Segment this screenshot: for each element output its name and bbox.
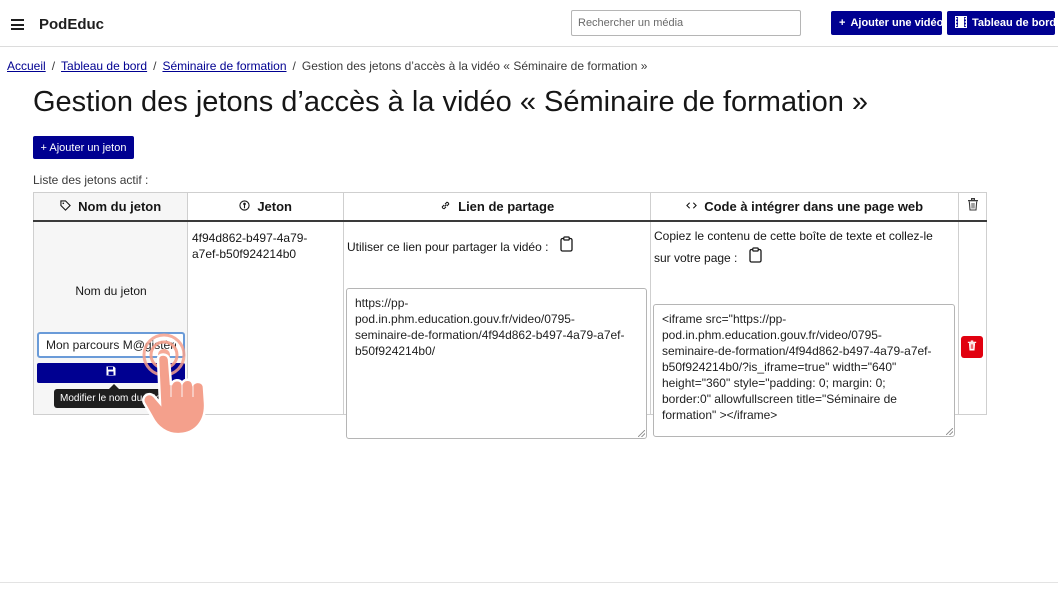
header-link: Lien de partage [343, 192, 651, 222]
share-link-line: b50f924214b0/ [355, 343, 436, 358]
breadcrumb-separator: / [153, 59, 157, 73]
embed-help-text-line2: sur votre page : [654, 250, 738, 265]
page-title: Gestion des jetons d’accès à la vidéo « … [33, 86, 869, 118]
breadcrumb-home[interactable]: Accueil [7, 59, 46, 73]
token-value-line: a7ef-b50f924214b0 [192, 246, 297, 261]
header-link-label: Lien de partage [458, 198, 555, 214]
breadcrumb-separator: / [292, 59, 296, 73]
breadcrumb: Accueil / Tableau de bord / Séminaire de for… [7, 59, 647, 73]
dashboard-label: Tableau de bord [972, 17, 1057, 29]
link-icon [440, 200, 454, 214]
embed-code-line: b50f924214b0/?is_iframe=true" width="640… [662, 359, 897, 374]
embed-code-line: formation" ></iframe> [662, 407, 778, 422]
breadcrumb-video[interactable]: Séminaire de formation [162, 59, 286, 73]
add-video-button[interactable]: + Ajouter une vidéo [831, 11, 944, 35]
embed-code-line: seminaire-de-formation/4f94d862-b497-4a7… [662, 343, 932, 358]
breadcrumb-dashboard[interactable]: Tableau de bord [61, 59, 147, 73]
token-value: 4f94d862-b497-4a79- a7ef-b50f924214b0 [192, 230, 342, 262]
embed-help: Copiez le contenu de cette boîte de text… [654, 225, 933, 270]
save-icon [106, 366, 116, 379]
embed-code-line: pod.in.phm.education.gouv.fr/video/0795- [662, 327, 882, 342]
header-token: Jeton [187, 192, 344, 222]
clipboard-icon[interactable] [560, 236, 573, 259]
embed-code-line: border:0" allowfullscreen title="Séminai… [662, 391, 897, 406]
header-embed: Code à intégrer dans une page web [650, 192, 959, 222]
key-icon [239, 200, 253, 214]
header-name: Nom du jeton [33, 192, 188, 222]
hamburger-icon[interactable] [11, 19, 24, 30]
dashboard-button[interactable]: Tableau de bord [947, 11, 1057, 35]
breadcrumb-separator: / [51, 59, 56, 73]
header-delete [958, 192, 987, 222]
breadcrumb-current: Gestion des jetons d’accès à la vidéo « … [301, 59, 648, 73]
resize-handle[interactable] [638, 429, 645, 437]
add-token-button[interactable]: + Ajouter un jeton [33, 136, 134, 159]
code-icon [686, 200, 700, 214]
embed-code-line: height="360" style="padding: 0; margin: … [662, 375, 886, 390]
trash-icon [967, 198, 979, 214]
top-navbar: PodEduc + Ajouter une vidéo Tableau de b… [0, 0, 1058, 47]
header-embed-label: Code à intégrer dans une page web [704, 198, 924, 214]
table-header-row: Nom du jeton Jeton Lien de partage Code … [33, 192, 987, 222]
footer-divider [0, 582, 1058, 583]
add-video-label: Ajouter une vidéo [850, 17, 944, 29]
tag-icon [60, 200, 74, 214]
share-link-textarea[interactable]: https://pp- pod.in.phm.education.gouv.fr… [346, 287, 647, 439]
search-input[interactable] [571, 10, 801, 36]
token-value-cell: 4f94d862-b497-4a79- a7ef-b50f924214b0 [187, 220, 344, 415]
tokens-table: Nom du jeton Jeton Lien de partage Code … [33, 192, 987, 439]
save-token-name-button[interactable] [37, 362, 185, 383]
token-value-line: 4f94d862-b497-4a79- [192, 230, 308, 245]
share-link-line: https://pp- [355, 295, 409, 310]
table-row: Nom du jeton Modifier le nom du jeton 4f… [33, 220, 987, 439]
trash-icon [967, 339, 977, 354]
embed-code-cell: Copiez le contenu de cette boîte de text… [650, 220, 959, 437]
plus-icon: + [839, 17, 846, 29]
save-tooltip: Modifier le nom du jeton [54, 383, 173, 408]
share-link-help: Utiliser ce lien pour partager la vidéo … [347, 236, 573, 259]
embed-code-line: <iframe src="https://pp- [662, 311, 787, 326]
share-link-line: seminaire-de-formation/4f94d862-b497-4a7… [355, 327, 625, 342]
film-icon [954, 15, 968, 31]
token-name-cell: Nom du jeton Modifier le nom du jeton [33, 220, 188, 415]
delete-token-button[interactable] [961, 335, 983, 358]
embed-help-text-line1: Copiez le contenu de cette boîte de text… [654, 228, 933, 243]
token-name-input[interactable] [37, 331, 185, 358]
token-list-label: Liste des jetons actif : [33, 173, 149, 187]
brand-logo[interactable]: PodEduc [39, 16, 104, 33]
share-link-cell: Utiliser ce lien pour partager la vidéo … [343, 220, 651, 439]
header-token-label: Jeton [257, 198, 292, 214]
share-link-line: pod.in.phm.education.gouv.fr/video/0795- [355, 311, 575, 326]
embed-code-textarea[interactable]: <iframe src="https://pp- pod.in.phm.educ… [653, 303, 955, 437]
header-name-label: Nom du jeton [78, 198, 162, 214]
share-link-help-text: Utiliser ce lien pour partager la vidéo … [347, 239, 549, 254]
delete-cell [958, 220, 987, 415]
resize-handle[interactable] [946, 427, 953, 435]
clipboard-icon[interactable] [749, 247, 762, 270]
token-name-label: Nom du jeton [75, 283, 147, 298]
